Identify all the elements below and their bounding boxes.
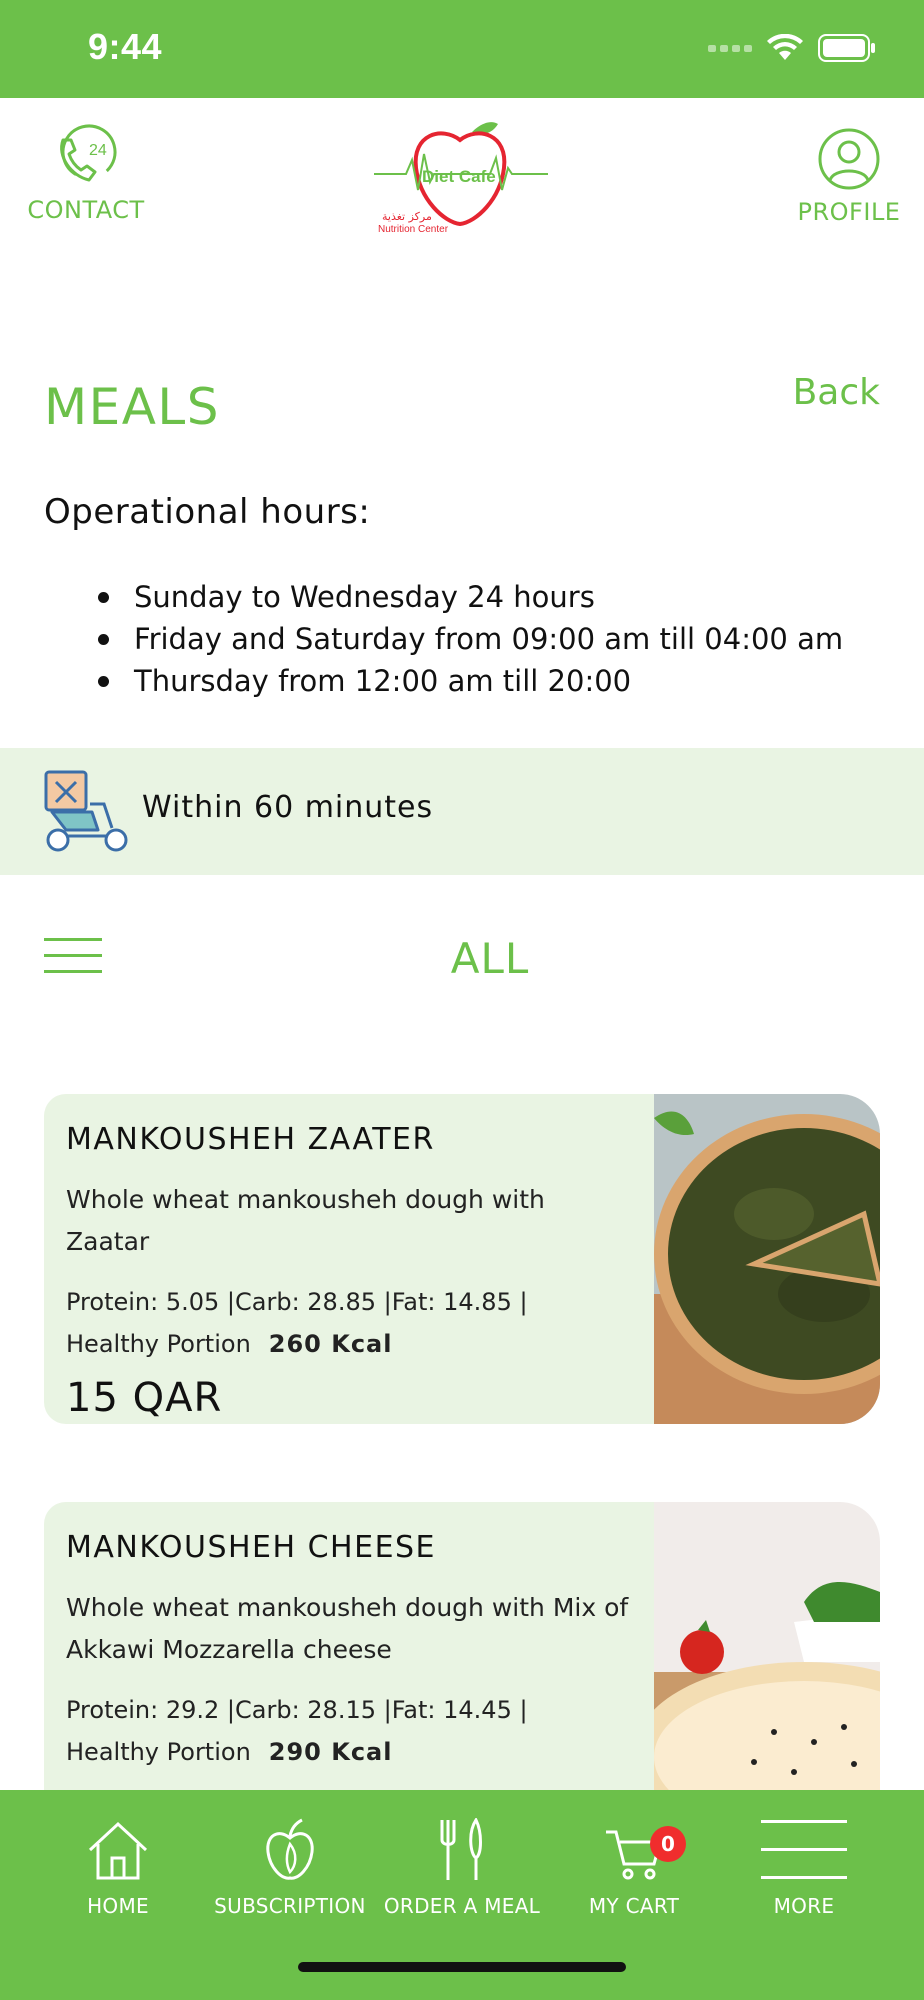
meal-image-cheese [654, 1502, 880, 1802]
page-title: MEALS [44, 378, 221, 436]
tab-order-a-meal[interactable]: ORDER A MEAL [376, 1810, 548, 1918]
profile-button[interactable]: PROFILE [796, 128, 902, 226]
cart-count-badge: 0 [650, 1826, 686, 1862]
operational-hours-title: Operational hours: [44, 492, 371, 532]
meal-description: Whole wheat mankousheh dough with Zaatar [66, 1185, 545, 1256]
tab-label: MORE [773, 1894, 835, 1918]
category-title: ALL [450, 934, 530, 983]
meal-card[interactable]: MANKOUSHEH ZAATER Whole wheat mankousheh… [44, 1094, 880, 1424]
hours-item: Friday and Saturday from 09:00 am till 0… [98, 618, 843, 660]
meal-portion: Healthy Portion 290 Kcal [66, 1731, 632, 1773]
meal-kcal: 290 Kcal [268, 1738, 393, 1766]
fork-knife-icon [440, 1818, 482, 1880]
status-icons [708, 34, 876, 62]
delivery-banner: Within 60 minutes [0, 748, 924, 875]
meal-macros: Protein: 5.05 |Carb: 28.85 |Fat: 14.85 | [66, 1288, 528, 1316]
delivery-time-text: Within 60 minutes [142, 790, 434, 825]
logo-subtitle: Nutrition Center [378, 224, 449, 235]
home-indicator [298, 1962, 626, 1972]
back-button[interactable]: Back [793, 372, 880, 413]
meal-kcal: 260 Kcal [268, 1330, 393, 1358]
delivery-scooter-icon [44, 770, 128, 852]
tab-label: ORDER A MEAL [383, 1894, 541, 1918]
more-menu-icon [761, 1820, 847, 1879]
wifi-icon [767, 34, 803, 60]
app-header: 24 CONTACT Diet Cafe مركز تغذية Nutritio… [0, 98, 924, 268]
tab-label: HOME [87, 1894, 149, 1918]
tab-more[interactable]: MORE [718, 1810, 890, 1918]
meal-info: MANKOUSHEH ZAATER Whole wheat mankousheh… [44, 1094, 654, 1424]
meal-image-zaatar [654, 1094, 880, 1424]
status-time: 9:44 [88, 26, 163, 67]
tab-my-cart[interactable]: MY CART 0 [548, 1810, 720, 1918]
meal-name: MANKOUSHEH ZAATER [66, 1122, 435, 1157]
hours-item: Sunday to Wednesday 24 hours [98, 576, 843, 618]
home-icon [88, 1821, 148, 1880]
meal-name: MANKOUSHEH CHEESE [66, 1530, 437, 1565]
meal-portion: Healthy Portion 260 Kcal [66, 1323, 632, 1365]
signal-icon [708, 45, 752, 52]
meal-description: Whole wheat mankousheh dough with Mix of… [66, 1593, 629, 1664]
logo-arabic: مركز تغذية [382, 210, 432, 223]
svg-text:Diet Cafe: Diet Cafe [422, 167, 496, 186]
status-bar: 9:44 [0, 0, 924, 98]
tab-home[interactable]: HOME [32, 1810, 204, 1918]
svg-text:24: 24 [89, 142, 107, 159]
profile-label: PROFILE [797, 198, 901, 226]
phone-24-icon: 24 [60, 124, 117, 182]
apple-icon [266, 1818, 314, 1880]
diet-cafe-logo: Diet Cafe مركز تغذية Nutrition Center [372, 112, 548, 242]
meal-card[interactable]: MANKOUSHEH CHEESE Whole wheat mankousheh… [44, 1502, 880, 1802]
meal-price: 15 QAR [66, 1375, 223, 1421]
tab-label: SUBSCRIPTION [214, 1894, 366, 1918]
tab-subscription[interactable]: SUBSCRIPTION [204, 1810, 376, 1918]
meal-macros: Protein: 29.2 |Carb: 28.15 |Fat: 14.45 | [66, 1696, 528, 1724]
contact-label: CONTACT [27, 196, 145, 224]
meal-info: MANKOUSHEH CHEESE Whole wheat mankousheh… [44, 1502, 654, 1802]
hours-item: Thursday from 12:00 am till 20:00 [98, 660, 843, 702]
user-icon [818, 128, 880, 190]
operational-hours-list: Sunday to Wednesday 24 hours Friday and … [98, 576, 843, 702]
contact-button[interactable]: 24 CONTACT [27, 122, 145, 224]
tab-label: MY CART [588, 1894, 680, 1918]
battery-icon [818, 34, 875, 62]
portion-label: Healthy Portion [66, 1738, 251, 1766]
portion-label: Healthy Portion [66, 1330, 251, 1358]
